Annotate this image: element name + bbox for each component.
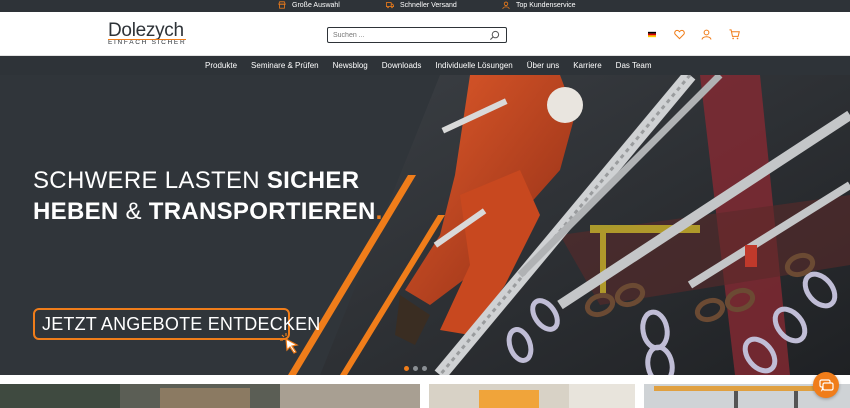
hero-headline-bold: HEBEN: [33, 198, 119, 225]
german-flag-icon[interactable]: [648, 31, 656, 38]
slider-dot[interactable]: [413, 366, 418, 371]
usp-label: Große Auswahl: [292, 1, 340, 9]
delivery-truck-icon: [386, 2, 394, 9]
site-header: Dolezych EINFACH SICHER: [0, 12, 850, 56]
storefront-icon: [278, 1, 286, 9]
usp-item-shipping: Schneller Versand: [386, 1, 457, 9]
search-icon[interactable]: [489, 30, 500, 41]
logo[interactable]: Dolezych EINFACH SICHER: [108, 20, 188, 48]
usp-label: Schneller Versand: [400, 1, 457, 9]
teaser-tile[interactable]: [0, 384, 420, 408]
logo-underline: [108, 39, 186, 40]
teaser-row: [0, 384, 850, 408]
teaser-image: [429, 384, 635, 408]
usp-item-service: Top Kundenservice: [502, 1, 576, 9]
nav-item-downloads[interactable]: Downloads: [382, 61, 422, 70]
user-icon[interactable]: [701, 29, 712, 40]
usp-item-selection: Große Auswahl: [278, 1, 340, 9]
nav-item-loesungen[interactable]: Individuelle Lösungen: [435, 61, 512, 70]
chat-bubble-icon: [819, 379, 834, 392]
slider-dot[interactable]: [422, 366, 427, 371]
hero-headline-bold: TRANSPORTIEREN: [148, 198, 376, 225]
hero-banner[interactable]: SCHWERE LASTEN SICHER HEBEN & TRANSPORTI…: [0, 75, 850, 375]
cart-icon[interactable]: [729, 29, 740, 40]
nav-item-newsblog[interactable]: Newsblog: [333, 61, 368, 70]
pointer-click-icon: [280, 333, 299, 354]
support-agent-icon: [502, 1, 510, 9]
hero-headline: SCHWERE LASTEN SICHER HEBEN & TRANSPORTI…: [33, 165, 383, 227]
hero-headline-light: SCHWERE LASTEN: [33, 167, 267, 194]
hero-headline-line-2: HEBEN & TRANSPORTIEREN.: [33, 196, 383, 227]
nav-item-seminare[interactable]: Seminare & Prüfen: [251, 61, 319, 70]
nav-item-karriere[interactable]: Karriere: [573, 61, 601, 70]
hero-headline-dot: .: [375, 198, 383, 225]
nav-item-produkte[interactable]: Produkte: [205, 61, 237, 70]
search-input[interactable]: [333, 29, 483, 41]
hero-headline-bold: SICHER: [266, 167, 360, 194]
teaser-image: [0, 384, 420, 408]
teaser-tile[interactable]: [429, 384, 635, 408]
usp-label: Top Kundenservice: [516, 1, 576, 9]
logo-tagline: EINFACH SICHER: [108, 39, 187, 46]
slider-dot[interactable]: [404, 366, 409, 371]
heart-icon[interactable]: [674, 29, 685, 40]
cta-discover-offers-button[interactable]: JETZT ANGEBOTE ENTDECKEN: [33, 308, 320, 340]
nav-item-ueber-uns[interactable]: Über uns: [527, 61, 559, 70]
hero-headline-line-1: SCHWERE LASTEN SICHER: [33, 165, 383, 196]
hero-headline-light: &: [118, 198, 149, 225]
search-box[interactable]: [327, 27, 507, 43]
main-nav: Produkte Seminare & Prüfen Newsblog Down…: [0, 56, 850, 75]
chat-button[interactable]: [813, 372, 839, 398]
slider-pagination: [404, 366, 427, 371]
logo-brand: Dolezych: [108, 20, 184, 41]
usp-bar: Große Auswahl Schneller Versand Top Kund…: [0, 0, 850, 12]
nav-item-team[interactable]: Das Team: [616, 61, 652, 70]
